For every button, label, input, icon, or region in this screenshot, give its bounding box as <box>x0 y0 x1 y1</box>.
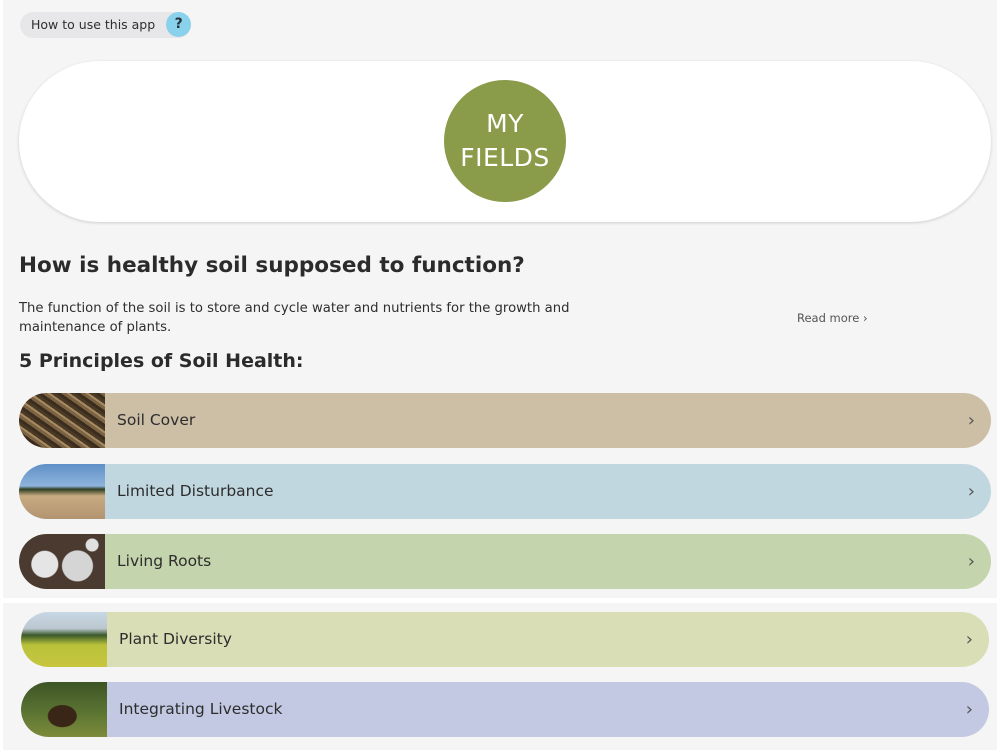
my-fields-label-line1: MY <box>486 109 524 138</box>
question-icon[interactable]: ? <box>166 12 192 37</box>
intro-text: The function of the soil is to store and… <box>19 301 570 335</box>
principle-label: Limited Disturbance <box>117 482 274 500</box>
cattle-pasture-photo <box>21 682 107 737</box>
my-fields-label-line2: FIELDS <box>460 143 550 172</box>
principle-label: Integrating Livestock <box>119 700 283 718</box>
principle-limited-disturbance[interactable]: Limited Disturbance › <box>19 464 991 519</box>
principles-heading: 5 Principles of Soil Health: <box>19 350 304 372</box>
roots-soil-photo <box>19 534 105 589</box>
principle-label: Soil Cover <box>117 411 196 429</box>
hero-card: MY FIELDS <box>19 61 991 222</box>
chevron-right-icon: › <box>967 551 975 572</box>
principle-plant-diversity[interactable]: Plant Diversity › <box>21 612 989 667</box>
chevron-right-icon: › <box>965 699 973 720</box>
principle-label: Living Roots <box>117 552 212 570</box>
chevron-right-icon: › <box>967 410 975 431</box>
chevron-right-icon: › <box>967 481 975 502</box>
how-to-use-label: How to use this app <box>31 17 156 32</box>
principle-living-roots[interactable]: Living Roots › <box>19 534 991 589</box>
principle-soil-cover[interactable]: Soil Cover › <box>19 393 991 448</box>
crop-field-photo <box>21 612 107 667</box>
tillage-field-photo <box>19 464 105 519</box>
section-heading: How is healthy soil supposed to function… <box>19 253 525 278</box>
soil-cover-photo <box>19 393 105 448</box>
read-more-link[interactable]: Read more › <box>797 311 868 325</box>
principle-integrating-livestock[interactable]: Integrating Livestock › <box>21 682 989 737</box>
principle-label: Plant Diversity <box>119 630 232 648</box>
how-to-use-button[interactable]: How to use this app ? <box>20 12 192 38</box>
chevron-right-icon: › <box>965 629 973 650</box>
my-fields-button[interactable]: MY FIELDS <box>444 80 566 202</box>
